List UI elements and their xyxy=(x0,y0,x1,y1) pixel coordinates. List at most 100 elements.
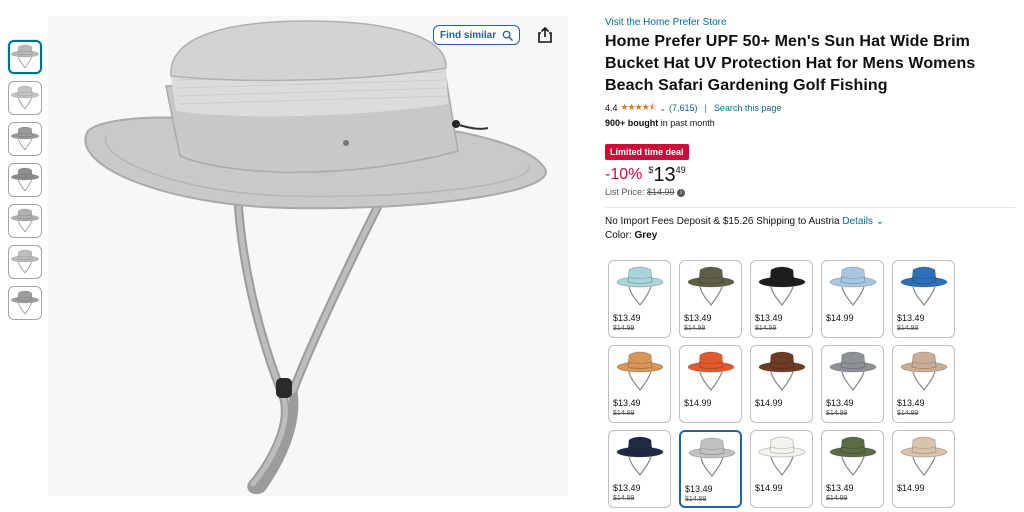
swatch-list-price: $14.99 xyxy=(613,325,635,332)
swatch-price: $13.49 xyxy=(613,483,641,493)
swatch-list-price: $14.99 xyxy=(897,325,919,332)
swatch-price: $13.49 xyxy=(684,313,712,323)
ratings-count-link[interactable]: (7,615) xyxy=(669,103,698,113)
thumbnail-strip xyxy=(8,40,44,327)
color-swatch[interactable]: $13.49 $14.99 xyxy=(750,260,813,338)
swatch-list-price: $14.99 xyxy=(826,410,848,417)
thumbnail-hat-image xyxy=(10,249,40,274)
shipping-info: No Import Fees Deposit & $15.26 Shipping… xyxy=(605,216,1015,227)
swatch-price: $14.99 xyxy=(826,313,854,323)
price-whole: 13 xyxy=(653,164,676,186)
bought-suffix: in past month xyxy=(660,118,715,128)
shipping-details-link[interactable]: Details ⌄ xyxy=(842,216,884,227)
swatch-list-price: $14.99 xyxy=(613,410,635,417)
thumbnail-hat-image xyxy=(10,44,40,69)
thumbnail-2[interactable] xyxy=(8,81,42,115)
star-rating-icon[interactable]: ★★★★⯪ xyxy=(621,100,658,116)
chevron-down-icon[interactable]: ⌄ xyxy=(659,104,666,113)
swatch-price: $13.49 xyxy=(897,398,925,408)
list-price-value: $14.99 xyxy=(647,187,675,197)
info-icon[interactable]: i xyxy=(677,188,686,197)
swatch-list-price: $14.99 xyxy=(826,495,848,502)
swatch-list-price: $14.99 xyxy=(613,495,635,502)
find-similar-button[interactable]: Find similar xyxy=(433,25,521,45)
color-swatch[interactable]: $13.49 $14.99 xyxy=(608,260,671,338)
swatch-price: $14.99 xyxy=(897,483,925,493)
rating-row: 4.4 ★★★★⯪ ⌄ (7,615) | Search this page xyxy=(605,102,1015,114)
color-swatch[interactable]: $14.99 xyxy=(750,430,813,508)
swatch-hat-image xyxy=(829,351,877,391)
swatch-list-price: $14.99 xyxy=(897,410,919,417)
color-swatch-grid: $13.49 $14.99 $13.49 $14.99 $13.49 $14.99 $14.… xyxy=(608,260,955,508)
swatch-hat-image xyxy=(900,436,948,476)
color-swatch[interactable]: $14.99 xyxy=(679,345,742,423)
color-swatch[interactable]: $13.49 $14.99 xyxy=(821,430,884,508)
thumbnail-6[interactable] xyxy=(8,245,42,279)
color-swatch[interactable]: $13.49 $14.99 xyxy=(679,260,742,338)
swatch-hat-image xyxy=(616,266,664,306)
bought-in-past-month: 900+ bought in past month xyxy=(605,118,1015,128)
color-swatch[interactable]: $14.99 xyxy=(892,430,955,508)
thumbnail-1[interactable] xyxy=(8,40,42,74)
thumbnail-hat-image xyxy=(10,208,40,233)
thumbnail-5[interactable] xyxy=(8,204,42,238)
price-row: -10% $ 13 49 xyxy=(605,164,1015,186)
divider xyxy=(605,207,1015,208)
swatch-hat-image xyxy=(829,266,877,306)
swatch-hat-image xyxy=(758,351,806,391)
swatch-price: $14.99 xyxy=(755,398,783,408)
thumbnail-hat-image xyxy=(10,85,40,110)
color-swatch[interactable]: $14.99 xyxy=(821,260,884,338)
shipping-details-label: Details xyxy=(842,216,873,227)
product-info-panel: Visit the Home Prefer Store Home Prefer … xyxy=(605,16,1015,241)
discount-percent: -10% xyxy=(605,166,643,183)
thumbnail-3[interactable] xyxy=(8,122,42,156)
find-similar-label: Find similar xyxy=(440,29,497,41)
separator: | xyxy=(704,103,707,113)
product-title: Home Prefer UPF 50+ Men's Sun Hat Wide B… xyxy=(605,33,976,94)
swatch-price: $14.99 xyxy=(755,483,783,493)
swatch-hat-image xyxy=(758,266,806,306)
swatch-price: $13.49 xyxy=(613,313,641,323)
thumbnail-7[interactable] xyxy=(8,286,42,320)
thumbnail-hat-image xyxy=(10,126,40,151)
search-this-page-link[interactable]: Search this page xyxy=(714,103,782,113)
swatch-price: $13.49 xyxy=(755,313,783,323)
thumbnail-hat-image xyxy=(10,167,40,192)
color-swatch[interactable]: $13.49 $14.99 xyxy=(821,345,884,423)
search-icon xyxy=(502,30,513,41)
price-fraction: 49 xyxy=(675,165,686,175)
color-selection-label: Color: Grey xyxy=(605,230,1015,241)
color-swatch[interactable]: $13.49 $14.99 xyxy=(892,345,955,423)
store-link[interactable]: Visit the Home Prefer Store xyxy=(605,16,1015,30)
thumbnail-4[interactable] xyxy=(8,163,42,197)
color-swatch[interactable]: $14.99 xyxy=(750,345,813,423)
swatch-hat-image xyxy=(900,351,948,391)
swatch-list-price: $14.99 xyxy=(755,325,777,332)
swatch-list-price: $14.99 xyxy=(685,496,707,503)
swatch-price: $13.49 xyxy=(613,398,641,408)
color-value: Grey xyxy=(634,230,658,241)
color-swatch[interactable]: $13.49 $14.99 xyxy=(608,430,671,508)
limited-time-deal-badge: Limited time deal xyxy=(605,144,689,160)
list-price: List Price: $14.99 i xyxy=(605,187,1015,197)
swatch-hat-image xyxy=(687,266,735,306)
swatch-price: $13.49 xyxy=(826,483,854,493)
share-icon[interactable] xyxy=(536,26,554,44)
swatch-price: $14.99 xyxy=(684,398,712,408)
swatch-hat-image xyxy=(688,437,736,477)
swatch-hat-image xyxy=(616,436,664,476)
swatch-hat-image xyxy=(900,266,948,306)
swatch-list-price: $14.99 xyxy=(684,325,706,332)
color-swatch[interactable]: $13.49 $14.99 xyxy=(679,430,742,508)
swatch-price: $13.49 xyxy=(826,398,854,408)
swatch-price: $13.49 xyxy=(897,313,925,323)
main-product-image[interactable] xyxy=(48,16,568,496)
swatch-hat-image xyxy=(687,351,735,391)
color-label: Color: xyxy=(605,230,632,241)
swatch-hat-image xyxy=(829,436,877,476)
color-swatch[interactable]: $13.49 $14.99 xyxy=(892,260,955,338)
color-swatch[interactable]: $13.49 $14.99 xyxy=(608,345,671,423)
list-price-label: List Price: xyxy=(605,187,645,197)
bought-count: 900+ bought xyxy=(605,118,659,128)
